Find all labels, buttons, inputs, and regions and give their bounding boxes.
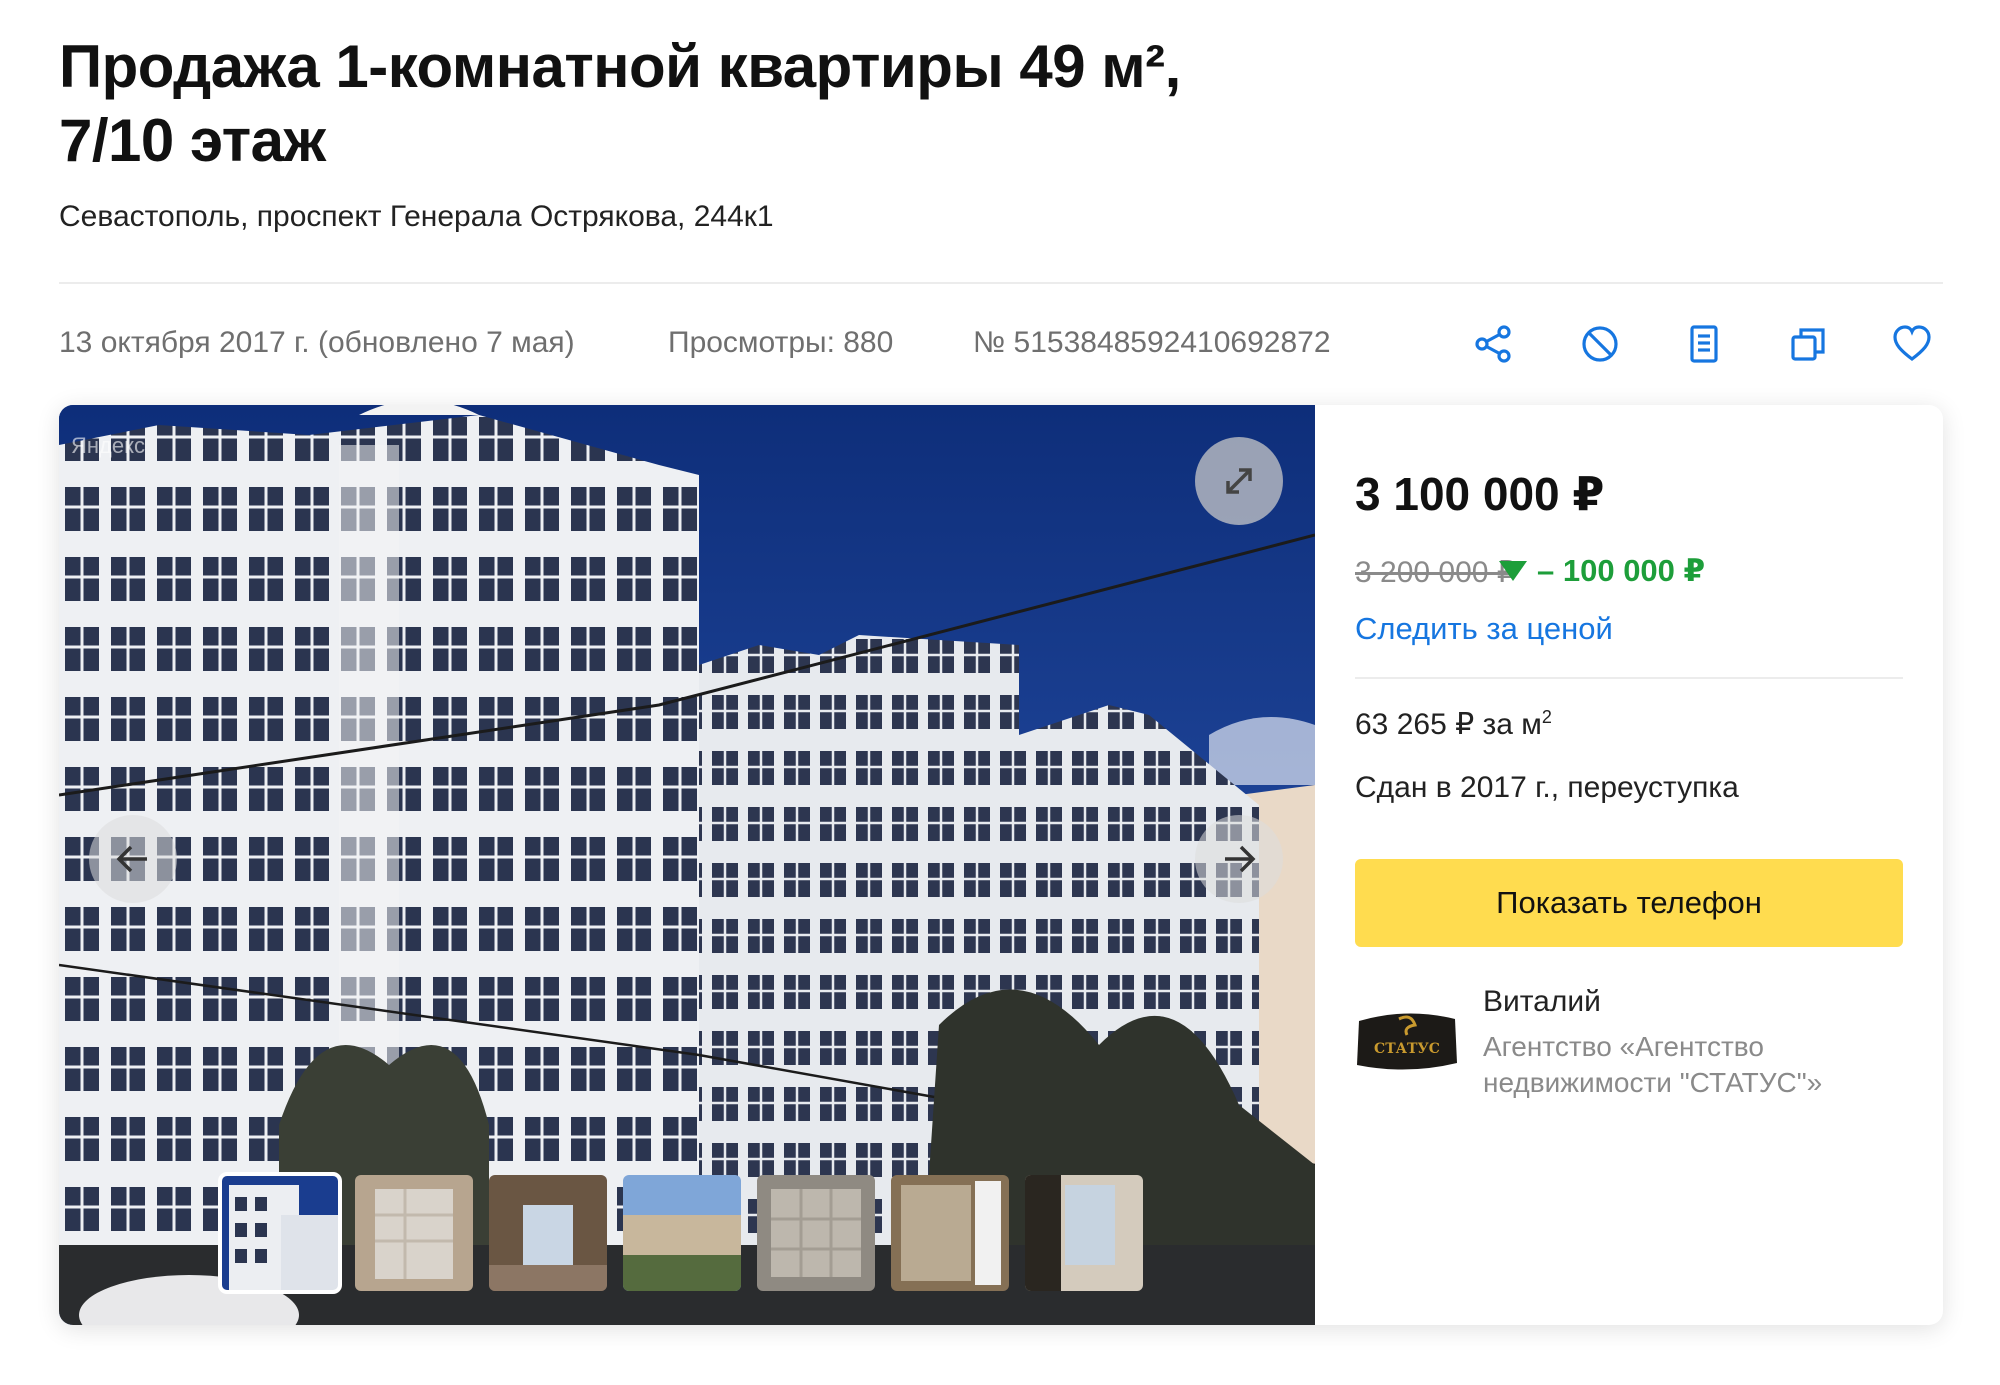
copy-icon — [1791, 328, 1825, 361]
price-drop: – 100 000 ₽ — [1499, 553, 1705, 589]
main-photo[interactable]: Яндекс — [59, 405, 1315, 1325]
price-per-m2-text: 63 265 ₽ за м — [1355, 708, 1542, 741]
price-per-m2: 63 265 ₽ за м2 — [1355, 707, 1552, 742]
price-drop-value: – 100 000 ₽ — [1537, 553, 1706, 588]
fullscreen-button[interactable] — [1195, 437, 1283, 525]
price-panel: 3 100 000 ₽ 3 200 000 ₽ – 100 000 ₽ След… — [1315, 405, 1943, 1325]
thumbnail-2[interactable] — [355, 1175, 473, 1291]
title-line-2: 7/10 этаж — [59, 107, 326, 174]
hide-listing-button[interactable] — [1576, 320, 1624, 368]
current-price: 3 100 000 ₽ — [1355, 468, 1605, 520]
prev-photo-button[interactable] — [89, 815, 177, 903]
price-divider — [1355, 677, 1903, 679]
listing-id: № 5153848592410692872 — [973, 326, 1331, 359]
favorite-button[interactable] — [1888, 320, 1936, 368]
thumbnail-strip — [218, 1172, 1143, 1294]
agency-logo[interactable]: СТАТУС — [1355, 1005, 1459, 1077]
agent-name[interactable]: Виталий — [1483, 985, 1601, 1019]
thumbnail-4[interactable] — [623, 1175, 741, 1291]
interior-thumb-icon — [489, 1175, 607, 1291]
share-icon — [1475, 325, 1511, 363]
thumbnail-5[interactable] — [757, 1175, 875, 1291]
interior-thumb-icon — [891, 1175, 1009, 1291]
share-button[interactable] — [1470, 320, 1518, 368]
building-status: Сдан в 2017 г., переуступка — [1355, 771, 1739, 804]
watermark: Яндекс — [71, 433, 145, 458]
compare-button[interactable] — [1784, 320, 1832, 368]
agency-name: Агентство «Агентство недвижимости "СТАТУ… — [1483, 1031, 1823, 1098]
report-button[interactable] — [1680, 320, 1728, 368]
triangle-down-icon — [1499, 561, 1527, 581]
arrow-left-icon — [116, 845, 147, 873]
window-thumb-icon — [1025, 1175, 1143, 1291]
listing-card: Яндекс 3 100 000 ₽ 3 200 000 ₽ – 100 000… — [59, 405, 1943, 1325]
view-thumb-icon — [623, 1175, 741, 1291]
old-price: 3 200 000 ₽ — [1355, 556, 1516, 589]
listing-address: Севастополь, проспект Генерала Острякова… — [59, 200, 774, 233]
title-line-1: Продажа 1-комнатной квартиры 49 м², — [59, 33, 1181, 100]
price-per-m2-sup: 2 — [1541, 707, 1552, 727]
arrow-right-icon — [1225, 845, 1256, 873]
agency-logo-text: СТАТУС — [1374, 1041, 1440, 1057]
interior-thumb-icon — [757, 1175, 875, 1291]
next-photo-button[interactable] — [1195, 815, 1283, 903]
thumbnail-3[interactable] — [489, 1175, 607, 1291]
publish-date: 13 октября 2017 г. (обновлено 7 мая) — [59, 326, 575, 359]
thumbnail-1[interactable] — [218, 1172, 342, 1294]
page-title: Продажа 1-комнатной квартиры 49 м², 7/10… — [59, 30, 1359, 178]
show-phone-button[interactable]: Показать телефон — [1355, 859, 1903, 947]
expand-icon — [1226, 468, 1252, 494]
heart-icon — [1893, 325, 1931, 362]
views-count: Просмотры: 880 — [668, 326, 894, 359]
header-divider — [59, 282, 1943, 284]
interior-thumb-icon — [355, 1175, 473, 1291]
thumbnail-6[interactable] — [891, 1175, 1009, 1291]
follow-price-link[interactable]: Следить за ценой — [1355, 611, 1613, 647]
building-thumb-icon — [221, 1175, 339, 1291]
thumbnail-7[interactable] — [1025, 1175, 1143, 1291]
block-icon — [1582, 326, 1618, 362]
report-icon — [1690, 325, 1718, 363]
